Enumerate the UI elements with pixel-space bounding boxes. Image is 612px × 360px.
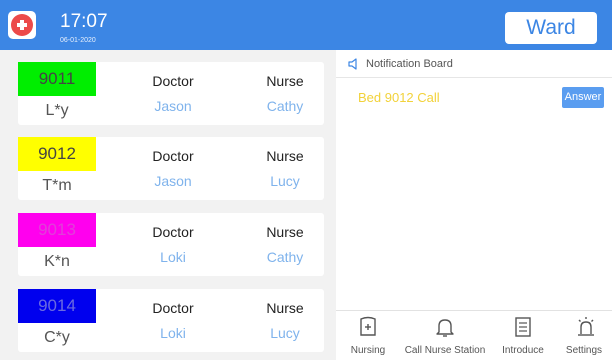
notification-title: Notification Board bbox=[366, 58, 453, 70]
bed-number: 9014 bbox=[18, 289, 96, 323]
nursing-icon bbox=[360, 316, 376, 336]
nurse-label: Nurse bbox=[266, 224, 304, 240]
nav-settings-label: Settings bbox=[565, 345, 603, 356]
call-message: Bed 9012 Call bbox=[358, 90, 440, 105]
nurse-label: Nurse bbox=[266, 73, 304, 89]
speaker-icon bbox=[348, 58, 357, 70]
nav-call-nurse-station[interactable]: Call Nurse Station bbox=[400, 311, 490, 360]
notification-header: Notification Board bbox=[336, 50, 612, 78]
doctor-label: Doctor bbox=[152, 300, 194, 316]
ward-button[interactable]: Ward bbox=[505, 12, 597, 44]
doctor-name: Jason bbox=[154, 98, 192, 114]
bed-number: 9012 bbox=[18, 137, 96, 171]
bed-card-9012[interactable]: 9012 T*m Doctor Jason Nurse Lucy bbox=[18, 137, 324, 200]
notification-board: Notification Board Bed 9012 Call Answer … bbox=[336, 50, 612, 360]
doctor-label: Doctor bbox=[152, 73, 194, 89]
bed-list: 9011 L*y Doctor Jason Nurse Cathy 9012 T… bbox=[0, 50, 336, 360]
answer-button[interactable]: Answer bbox=[562, 87, 604, 108]
nurse-name: Lucy bbox=[270, 173, 300, 189]
nav-introduce-label: Introduce bbox=[502, 345, 544, 356]
nurse-label: Nurse bbox=[266, 300, 304, 316]
clock-time: 17:07 bbox=[60, 11, 108, 32]
doctor-name: Jason bbox=[154, 173, 192, 189]
medical-cross-icon bbox=[8, 11, 36, 39]
nurse-name: Cathy bbox=[266, 249, 304, 265]
nav-introduce[interactable]: Introduce bbox=[490, 311, 556, 360]
doctor-label: Doctor bbox=[152, 224, 194, 240]
patient-name: C*y bbox=[44, 329, 70, 346]
bed-card-9011[interactable]: 9011 L*y Doctor Jason Nurse Cathy bbox=[18, 62, 324, 125]
patient-name: L*y bbox=[45, 102, 69, 119]
alarm-icon bbox=[578, 317, 594, 336]
top-bar: 17:07 06-01-2020 Ward bbox=[0, 0, 612, 50]
bed-card-9013[interactable]: 9013 K*n Doctor Loki Nurse Cathy bbox=[18, 213, 324, 276]
bed-card-9014[interactable]: 9014 C*y Doctor Loki Nurse Lucy bbox=[18, 289, 324, 352]
doctor-name: Loki bbox=[160, 249, 186, 265]
nav-nursing-label: Nursing bbox=[350, 345, 386, 356]
clock-date: 06-01-2020 bbox=[60, 37, 96, 44]
bottom-nav: Nursing Call Nurse Station Introduce Set… bbox=[336, 310, 612, 360]
nav-call-nurse-station-label: Call Nurse Station bbox=[404, 345, 486, 356]
bed-number: 9011 bbox=[18, 62, 96, 96]
bell-icon bbox=[436, 319, 454, 337]
nurse-name: Cathy bbox=[266, 98, 304, 114]
patient-name: K*n bbox=[44, 253, 70, 270]
nurse-label: Nurse bbox=[266, 148, 304, 164]
nurse-name: Lucy bbox=[270, 325, 300, 341]
document-icon bbox=[515, 317, 531, 337]
nav-settings[interactable]: Settings bbox=[556, 311, 612, 360]
bed-number: 9013 bbox=[18, 213, 96, 247]
doctor-name: Loki bbox=[160, 325, 186, 341]
doctor-label: Doctor bbox=[152, 148, 194, 164]
nav-nursing[interactable]: Nursing bbox=[336, 311, 400, 360]
patient-name: T*m bbox=[42, 177, 72, 194]
